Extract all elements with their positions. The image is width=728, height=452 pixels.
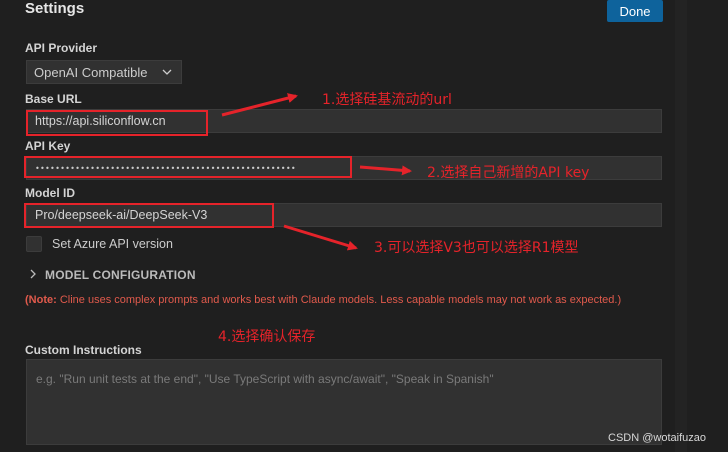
arrow-1 (221, 93, 298, 117)
arrow-2 (359, 165, 412, 176)
annotation-arrows (221, 93, 412, 251)
watermark: CSDN @wotaifuzao (608, 432, 706, 444)
arrow-3 (283, 224, 358, 251)
scrollbar[interactable] (675, 0, 687, 452)
